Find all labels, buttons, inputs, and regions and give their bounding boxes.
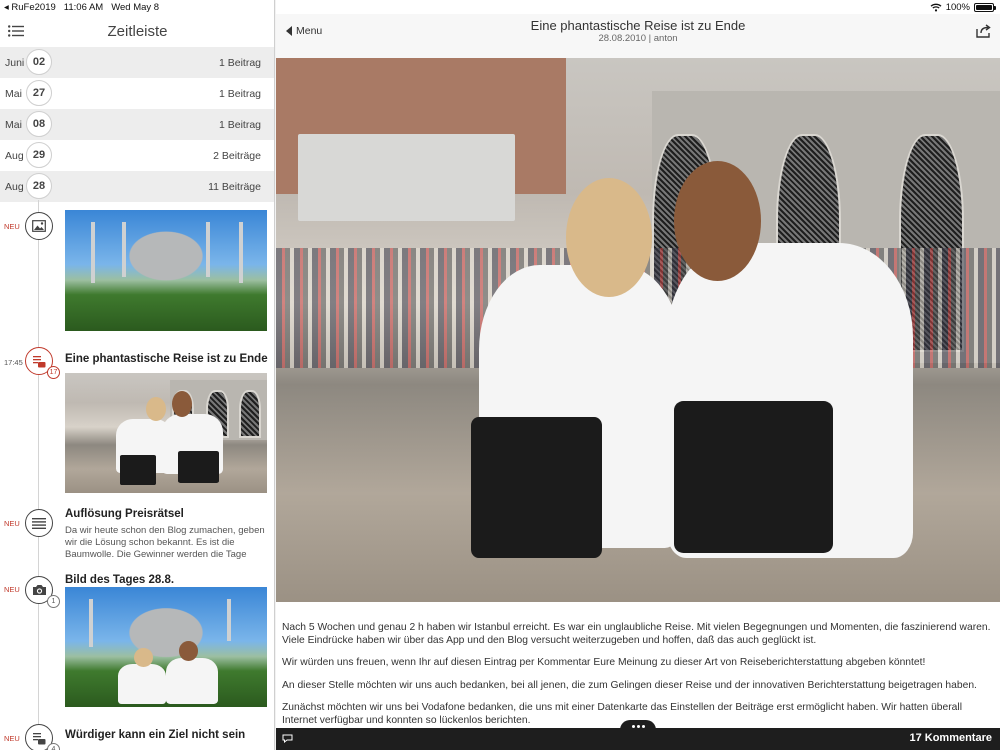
entry-excerpt: Da wir heute schon den Blog zumachen, ge… (65, 525, 265, 560)
entry-title[interactable]: Auflösung Preisrätsel (65, 508, 184, 520)
image-icon (25, 212, 53, 240)
comment-bar[interactable]: 17 Kommentare (276, 720, 1000, 750)
date-day: 27 (26, 80, 52, 106)
sidebar-title: Zeitleiste (107, 23, 168, 40)
date-month: Aug (5, 150, 24, 162)
new-tag: NEU (4, 519, 20, 528)
post-count: 11 Beiträge (208, 181, 261, 193)
article-paragraph: An dieser Stelle möchten wir uns auch be… (282, 679, 977, 691)
comment-count-badge: 4 (47, 743, 60, 750)
clock: 11:06 AM (63, 2, 104, 13)
entry-title[interactable]: Eine phantastische Reise ist zu Ende (65, 353, 268, 365)
post-count: 1 Beitrag (218, 88, 261, 100)
article-header: Menu Eine phantastische Reise ist zu End… (276, 14, 1000, 58)
entry-thumbnail[interactable] (65, 373, 267, 493)
date-label: Wed May 8 (111, 2, 160, 13)
post-count: 2 Beiträge (213, 150, 261, 162)
text-lines-icon (25, 509, 53, 537)
article-paragraph: Nach 5 Wochen und genau 2 h haben wir Is… (282, 622, 991, 646)
comment-count-badge: 1 (47, 595, 60, 608)
more-handle[interactable] (620, 720, 656, 732)
date-month: Mai (5, 119, 22, 131)
comments-count[interactable]: 17 Kommentare (909, 732, 992, 744)
date-day: 28 (26, 173, 52, 199)
date-day: 08 (26, 111, 52, 137)
date-row[interactable]: Mai 27 1 Beitrag (0, 78, 274, 109)
entry-title[interactable]: Würdiger kann ein Ziel nicht sein (65, 729, 245, 741)
date-row[interactable]: Mai 08 1 Beitrag (0, 109, 274, 140)
comment-icon[interactable] (282, 734, 293, 743)
post-count: 1 Beitrag (218, 57, 261, 69)
timeline-line (38, 200, 39, 750)
entry-title[interactable]: Bild des Tages 28.8. (65, 574, 174, 586)
date-day: 29 (26, 142, 52, 168)
date-row[interactable]: Juni 02 1 Beitrag (0, 47, 274, 78)
entry-thumbnail[interactable] (65, 210, 267, 331)
timeline-sidebar: Zeitleiste Juni 02 1 Beitrag Mai 27 1 Be… (0, 0, 275, 750)
hero-photo[interactable] (276, 58, 1000, 602)
wifi-icon (930, 3, 942, 12)
date-row[interactable]: Aug 29 2 Beiträge (0, 140, 274, 171)
article-meta: 28.08.2010 | anton (598, 33, 678, 44)
sidebar-header: Zeitleiste (0, 14, 274, 48)
date-month: Aug (5, 181, 24, 193)
battery-percent: 100% (945, 2, 970, 13)
new-tag: NEU (4, 585, 20, 594)
battery-icon (974, 3, 996, 12)
date-day: 02 (26, 49, 52, 75)
date-month: Mai (5, 88, 22, 100)
share-icon[interactable] (976, 24, 992, 38)
entry-thumbnail[interactable] (65, 587, 267, 707)
article-title: Eine phantastische Reise ist zu Ende (530, 18, 746, 33)
status-bar: ◂ RuFe2019 11:06 AM Wed May 8 100% (0, 0, 1000, 14)
post-count: 1 Beitrag (218, 119, 261, 131)
comment-count-badge: 17 (47, 366, 60, 379)
new-tag: NEU (4, 222, 20, 231)
entry-time: 17:45 (4, 358, 23, 367)
carrier-label: ◂ RuFe2019 (4, 2, 56, 13)
article-pane: Menu Eine phantastische Reise ist zu End… (276, 0, 1000, 750)
date-row[interactable]: Aug 28 11 Beiträge (0, 171, 274, 202)
date-month: Juni (5, 57, 25, 69)
new-tag: NEU (4, 734, 20, 743)
article-paragraph: Wir würden uns freuen, wenn Ihr auf dies… (282, 657, 926, 668)
